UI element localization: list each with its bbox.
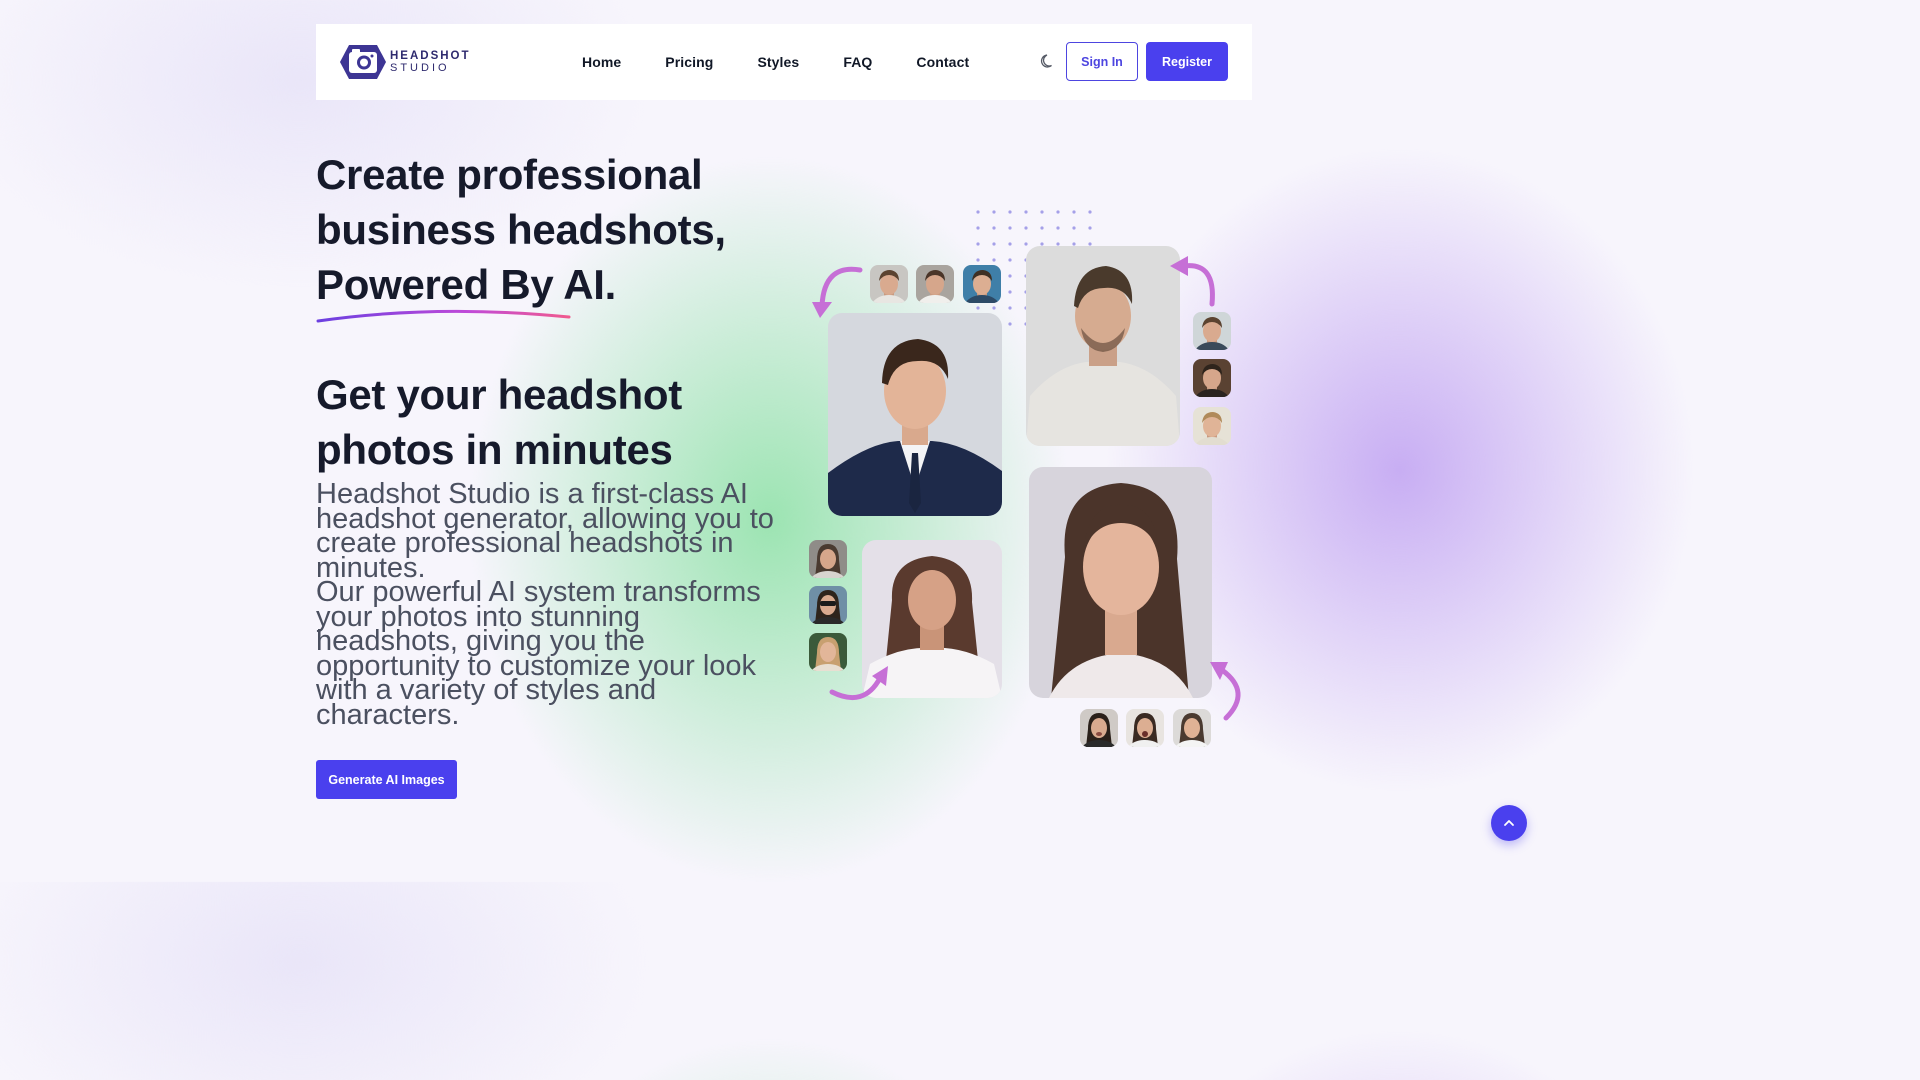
logo-text: HEADSHOT STUDIO xyxy=(390,50,471,74)
thumbnail-woman-5 xyxy=(1126,709,1164,747)
hero-title-line3: Powered By AI. xyxy=(316,261,616,308)
dot xyxy=(1008,322,1012,326)
logo[interactable]: HEADSHOT STUDIO xyxy=(340,43,471,81)
scroll-to-top-button[interactable] xyxy=(1491,805,1527,841)
thumbnail-woman-2 xyxy=(809,586,847,624)
dot xyxy=(976,306,980,310)
dot xyxy=(1008,306,1012,310)
nav-contact[interactable]: Contact xyxy=(916,54,969,70)
headshot-photo-woman-portrait xyxy=(1029,467,1212,698)
dot xyxy=(1072,226,1076,230)
headshot-photo-man-suit xyxy=(828,313,1002,516)
dot xyxy=(976,242,980,246)
dot xyxy=(1024,210,1028,214)
logo-line1: HEADSHOT xyxy=(390,50,471,62)
hero-title-line1: Create professional xyxy=(316,151,703,198)
dot xyxy=(1088,226,1092,230)
headshot-photo-man-tshirt xyxy=(1026,246,1180,446)
hero-subtitle: Get your headshot photos in minutes xyxy=(316,367,786,477)
dot xyxy=(976,210,980,214)
thumbnail-woman-1 xyxy=(809,540,847,578)
thumbnail-man-1 xyxy=(870,265,908,303)
main-nav: Home Pricing Styles FAQ Contact xyxy=(582,24,1013,100)
curved-arrow-icon xyxy=(1210,662,1241,721)
hero-description: Headshot Studio is a first-class AI head… xyxy=(316,478,786,731)
thumbnail-man-5 xyxy=(1193,359,1231,397)
hero-subtitle-line2: photos in minutes xyxy=(316,426,673,473)
dot xyxy=(1024,226,1028,230)
camera-icon xyxy=(340,45,386,79)
dot xyxy=(976,226,980,230)
chevron-up-icon xyxy=(1504,820,1514,826)
dot xyxy=(992,306,996,310)
register-button[interactable]: Register xyxy=(1146,42,1228,81)
dot xyxy=(1008,226,1012,230)
title-underline xyxy=(316,309,571,323)
curved-arrow-icon xyxy=(1170,256,1215,307)
dot xyxy=(976,258,980,262)
dot xyxy=(992,210,996,214)
nav-faq[interactable]: FAQ xyxy=(843,54,872,70)
dot xyxy=(1008,210,1012,214)
sign-in-button[interactable]: Sign In xyxy=(1066,42,1138,81)
logo-line2: STUDIO xyxy=(390,62,450,74)
thumbnail-man-2 xyxy=(916,265,954,303)
thumbnail-man-4 xyxy=(1193,312,1231,350)
dot xyxy=(992,242,996,246)
hero-paragraph-1: Headshot Studio is a first-class AI head… xyxy=(316,478,774,584)
thumbnail-woman-4 xyxy=(1080,709,1118,747)
hero-title: Create professional business headshots, … xyxy=(316,147,786,312)
generate-images-button[interactable]: Generate AI Images xyxy=(316,760,457,799)
nav-pricing[interactable]: Pricing xyxy=(665,54,713,70)
thumbnail-man-6 xyxy=(1193,407,1231,445)
dot xyxy=(1008,274,1012,278)
nav-styles[interactable]: Styles xyxy=(757,54,799,70)
curved-arrow-icon xyxy=(812,266,863,318)
navbar: HEADSHOT STUDIO Home Pricing Styles FAQ … xyxy=(316,24,1252,100)
dot xyxy=(1040,226,1044,230)
dot xyxy=(1008,242,1012,246)
dot xyxy=(992,258,996,262)
dot xyxy=(1024,242,1028,246)
thumbnail-man-3 xyxy=(963,265,1001,303)
dot xyxy=(1088,210,1092,214)
hero-title-line2: business headshots, xyxy=(316,206,726,253)
moon-icon[interactable] xyxy=(1038,52,1056,70)
dot xyxy=(1008,290,1012,294)
dot xyxy=(1040,210,1044,214)
dot xyxy=(1008,258,1012,262)
dot xyxy=(992,226,996,230)
dot xyxy=(1072,210,1076,214)
curved-arrow-icon xyxy=(829,666,888,701)
hero-paragraph-2: Our powerful AI system transforms your p… xyxy=(316,576,761,731)
dot xyxy=(1056,210,1060,214)
hero-subtitle-line1: Get your headshot xyxy=(316,371,682,418)
nav-home[interactable]: Home xyxy=(582,54,621,70)
dot xyxy=(1056,226,1060,230)
